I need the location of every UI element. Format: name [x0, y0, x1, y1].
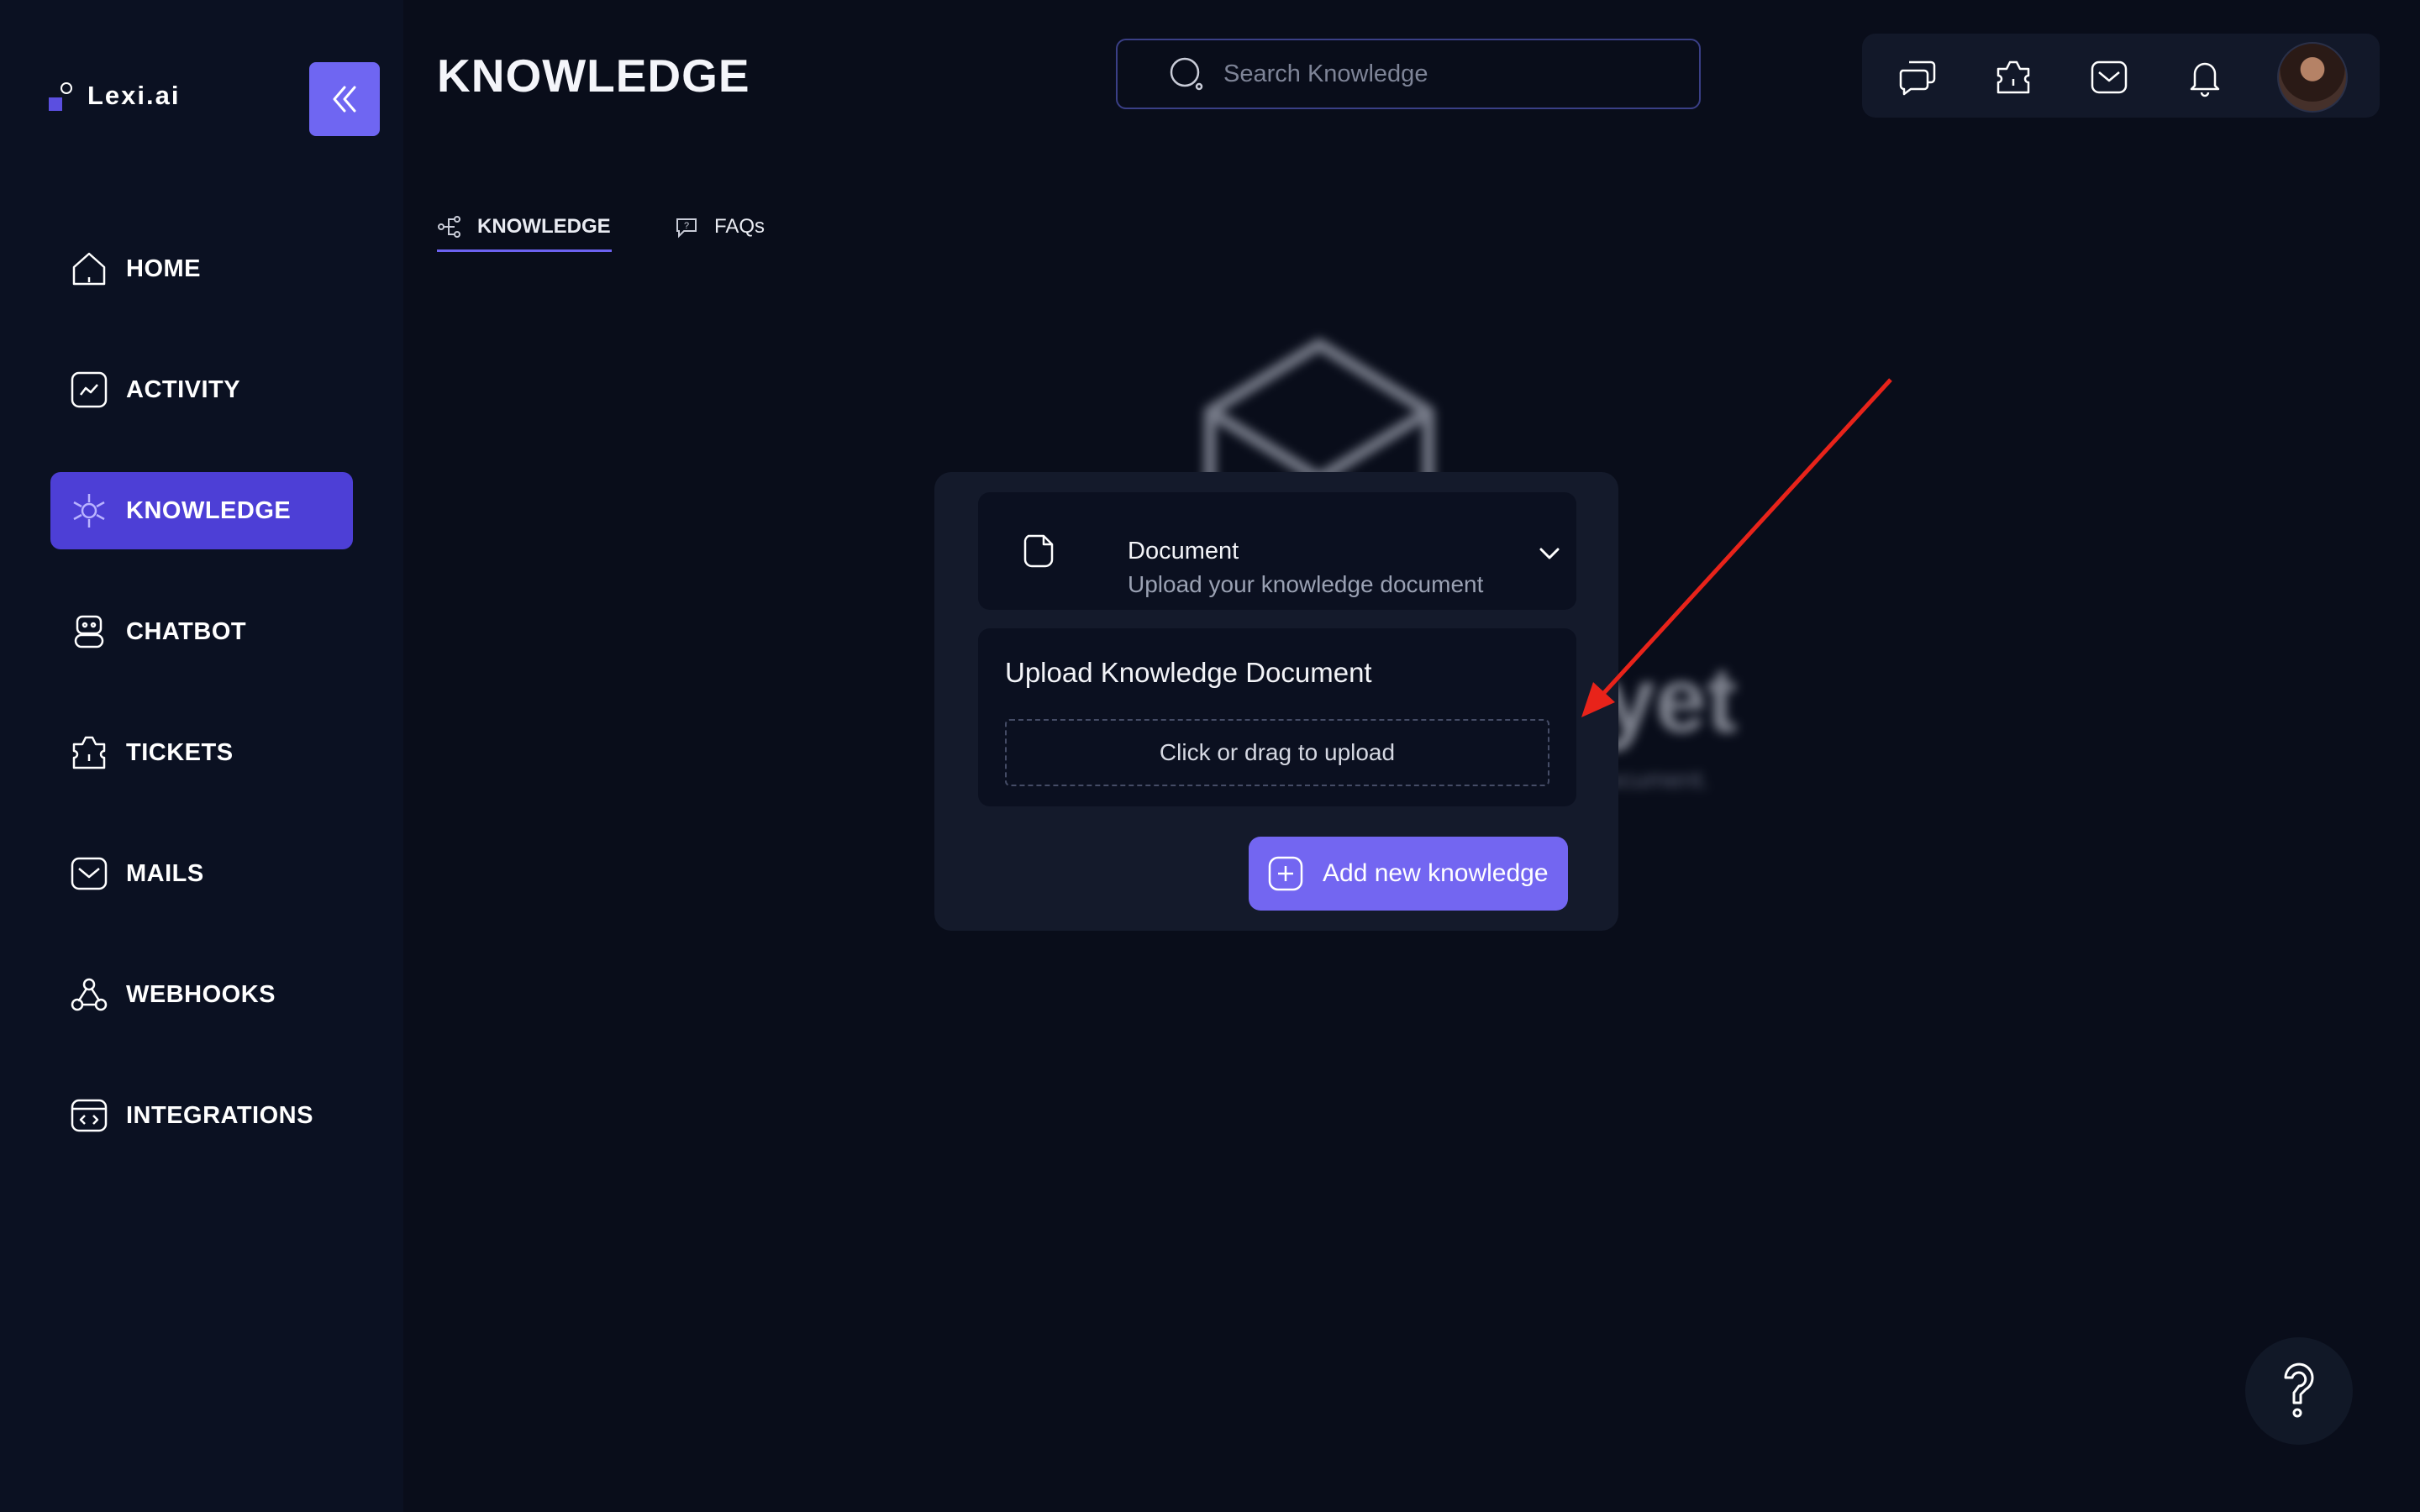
top-toolbar	[1862, 34, 2380, 118]
sidebar-item-knowledge[interactable]: KNOWLEDGE	[50, 472, 353, 549]
mail-icon[interactable]	[2087, 55, 2131, 99]
sidebar-item-chatbot[interactable]: CHATBOT	[50, 593, 353, 670]
question-icon	[2284, 1362, 2314, 1418]
upload-dropzone[interactable]: Click or drag to upload	[1005, 719, 1549, 786]
knowledge-type-subtitle: Upload your knowledge document	[1128, 571, 1484, 597]
add-new-knowledge-button[interactable]: Add new knowledge	[1249, 837, 1568, 911]
sidebar-item-label: INTEGRATIONS	[126, 1101, 313, 1129]
sidebar-item-label: ACTIVITY	[126, 375, 241, 403]
search-input[interactable]	[1222, 59, 1662, 89]
tab-faqs[interactable]: ? FAQs	[674, 210, 765, 244]
sidebar-item-label: CHATBOT	[126, 617, 247, 645]
sidebar-item-label: TICKETS	[126, 738, 234, 766]
sidebar-item-integrations[interactable]: INTEGRATIONS	[50, 1077, 353, 1154]
faq-icon: ?	[676, 218, 697, 239]
chevron-down-icon	[1539, 548, 1560, 559]
upload-card: Upload Knowledge Document Click or drag …	[978, 628, 1576, 806]
collapse-sidebar-button[interactable]	[309, 62, 380, 136]
add-new-knowledge-label: Add new knowledge	[1323, 859, 1549, 887]
webhook-icon	[69, 974, 109, 1015]
chatbot-icon	[69, 612, 109, 652]
sidebar-item-mails[interactable]: MAILS	[50, 835, 353, 912]
tab-label: FAQs	[714, 215, 765, 238]
ticket-icon[interactable]	[1991, 55, 2035, 99]
tab-label: KNOWLEDGE	[477, 215, 611, 238]
tab-knowledge[interactable]: KNOWLEDGE	[437, 210, 612, 252]
app-logo[interactable]: Lexi.ai	[49, 81, 181, 111]
sidebar-item-home[interactable]: HOME	[50, 230, 353, 307]
sidebar-item-webhooks[interactable]: WEBHOOKS	[50, 956, 353, 1033]
logo-icon	[49, 81, 72, 111]
document-icon	[1023, 534, 1054, 568]
double-chevron-left-icon	[333, 86, 356, 113]
sidebar-item-tickets[interactable]: TICKETS	[50, 714, 353, 791]
sidebar-item-label: KNOWLEDGE	[126, 496, 292, 524]
page-title: KNOWLEDGE	[437, 50, 750, 102]
knowledge-tab-icon	[438, 216, 460, 238]
sidebar: Lexi.ai HOME ACTIVITY KNOWLEDGE CHATBOT …	[0, 0, 403, 1512]
home-icon	[69, 249, 109, 289]
integrations-icon	[69, 1095, 109, 1136]
sidebar-item-label: MAILS	[126, 859, 204, 887]
sidebar-item-label: WEBHOOKS	[126, 980, 276, 1008]
add-knowledge-modal: Document Upload your knowledge document …	[934, 472, 1618, 931]
ticket-icon	[69, 732, 109, 773]
mail-icon	[69, 853, 109, 894]
knowledge-icon	[69, 491, 109, 531]
knowledge-type-select[interactable]: Document Upload your knowledge document	[978, 492, 1576, 610]
avatar[interactable]	[2277, 42, 2348, 113]
knowledge-type-title: Document	[1128, 538, 1239, 564]
bell-icon[interactable]	[2183, 55, 2227, 99]
plus-icon	[1268, 856, 1303, 891]
chat-icon[interactable]	[1896, 55, 1939, 99]
svg-text:?: ?	[684, 221, 689, 231]
help-button[interactable]	[2245, 1337, 2353, 1445]
upload-heading: Upload Knowledge Document	[1005, 657, 1372, 688]
search-bar[interactable]	[1116, 39, 1701, 109]
app-name: Lexi.ai	[87, 81, 181, 110]
sidebar-item-label: HOME	[126, 255, 201, 282]
sidebar-item-activity[interactable]: ACTIVITY	[50, 351, 353, 428]
activity-icon	[69, 370, 109, 410]
search-icon	[1168, 55, 1205, 92]
